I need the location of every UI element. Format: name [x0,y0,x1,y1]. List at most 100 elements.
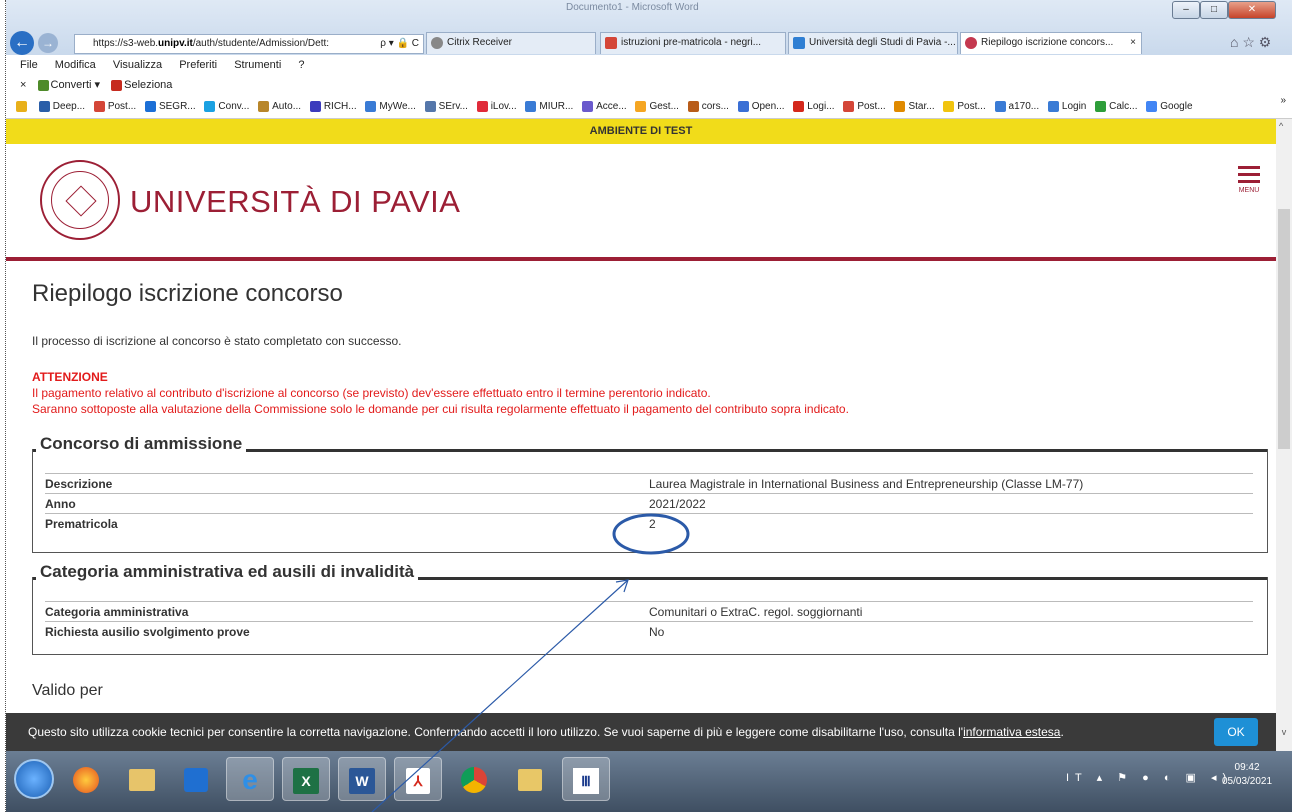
fav-item[interactable]: SErv... [424,95,468,118]
window-title: Documento1 - Microsoft Word [566,2,699,13]
url-domain: unipv.it [158,38,193,49]
row-value: Comunitari o ExtraC. regol. soggiornanti [649,605,863,619]
browser-right-icons[interactable]: ⌂ ☆ ⚙ [1230,34,1271,51]
ie-icon[interactable]: e [226,757,274,801]
table-row: Anno 2021/2022 [45,493,1253,513]
page-content: UNIVERSITÀ DI PAVIA MENU Riepilogo iscri… [6,144,1276,751]
fav-item[interactable]: Login [1047,95,1086,118]
converti-button[interactable]: Converti ▾ [37,79,100,91]
menu-strumenti[interactable]: Strumenti [234,59,281,71]
museum-icon[interactable]: Ⅲ [562,757,610,801]
system-tray[interactable]: IT ▴ ⚑ ● ◐ ▣ ◂) [1066,771,1232,784]
menu-preferiti[interactable]: Preferiti [179,59,217,71]
start-button[interactable] [14,759,54,799]
pdf-toolbar: × Converti ▾ Seleziona [6,75,1292,95]
url-path: /auth/studente/Admission/Dett: [192,38,330,49]
close-button[interactable]: ✕ [1228,1,1276,19]
fav-item[interactable]: Google [1146,95,1193,118]
row-key: Anno [45,497,76,511]
page-title: Riepilogo iscrizione concorso [32,280,343,307]
fav-item[interactable]: MIUR... [525,95,573,118]
converti-icon [37,79,49,91]
fav-item[interactable]: Post... [93,95,136,118]
acrobat-icon[interactable]: ⅄ [394,757,442,801]
fav-item[interactable]: Conv... [204,95,249,118]
explorer-icon[interactable] [118,757,166,801]
tab-unipv[interactable]: Università degli Studi di Pavia -... [788,32,958,54]
cookie-ok-button[interactable]: OK [1214,718,1258,746]
table-row: Prematricola 2 [45,513,1253,533]
menu-help[interactable]: ? [298,59,304,71]
forward-button[interactable]: → [38,33,58,53]
tab-label: istruzioni pre-matricola - negri... [621,37,762,48]
fav-item[interactable]: MyWe... [365,95,416,118]
clock[interactable]: 09:42 05/03/2021 [1222,761,1272,789]
row-key: Richiesta ausilio svolgimento prove [45,625,250,639]
header-divider [6,257,1276,261]
menu-modifica[interactable]: Modifica [55,59,96,71]
clock-date: 05/03/2021 [1222,776,1273,787]
files-icon[interactable] [506,757,554,801]
success-message: Il processo di iscrizione al concorso è … [32,334,402,348]
page-scrollbar[interactable]: ^ [1276,119,1292,751]
attention-title: ATTENZIONE [32,370,108,384]
browser-menubar: File Modifica Visualizza Preferiti Strum… [6,55,1292,75]
cookie-banner: Questo sito utilizza cookie tecnici per … [6,713,1276,751]
cookie-policy-link[interactable]: informativa estesa [963,725,1060,739]
row-value: 2021/2022 [649,497,706,511]
fav-item[interactable]: Auto... [258,95,301,118]
scroll-up-icon[interactable]: ^ [1279,121,1283,131]
unipv-icon [793,37,805,49]
back-button[interactable]: ← [10,31,34,55]
fav-item[interactable]: Open... [737,95,785,118]
row-key: Prematricola [45,517,118,531]
fav-item[interactable]: Post... [943,95,986,118]
menu-label: MENU [1238,187,1260,194]
fav-item[interactable]: a170... [994,95,1039,118]
seleziona-icon [111,79,123,91]
toolbar-close-icon[interactable]: × [20,79,26,91]
favorites-bar: Deep... Post... SEGR... Conv... Auto... … [6,95,1292,119]
tab-gmail[interactable]: istruzioni pre-matricola - negri... [600,32,786,54]
firefox-icon[interactable] [62,757,110,801]
fav-item[interactable]: Star... [894,95,935,118]
outlook-icon[interactable] [172,757,220,801]
row-key: Descrizione [45,477,113,491]
scroll-down-icon[interactable]: v [1276,713,1292,751]
fav-item[interactable]: Post... [843,95,886,118]
fav-item[interactable]: RICH... [309,95,357,118]
fav-item[interactable]: Deep... [38,95,85,118]
tab-label: Citrix Receiver [447,37,513,48]
seleziona-button[interactable]: Seleziona [111,79,172,91]
tab-label: Riepilogo iscrizione concors... [981,37,1114,48]
address-controls[interactable]: ρ ▾ 🔒 C [380,35,419,53]
fav-item[interactable]: Logi... [793,95,835,118]
fav-item[interactable]: Acce... [582,95,627,118]
favorites-more-icon[interactable]: » [1280,95,1286,113]
chrome-icon[interactable] [450,757,498,801]
fav-item[interactable]: cors... [687,95,729,118]
window-titlebar: Documento1 - Microsoft Word – □ ✕ ← → ht… [6,0,1292,55]
fav-item[interactable]: iLov... [476,95,517,118]
windows-taskbar: e X W ⅄ Ⅲ IT ▴ ⚑ ● ◐ ▣ ◂) 09:42 05/03/20… [6,751,1292,812]
tab-riepilogo[interactable]: Riepilogo iscrizione concors... × [960,32,1142,54]
valido-per-heading: Valido per [32,682,103,699]
fav-item[interactable]: Gest... [635,95,679,118]
scrollbar-thumb[interactable] [1278,209,1290,449]
university-name: UNIVERSITÀ DI PAVIA [130,184,461,219]
hamburger-menu-icon[interactable]: MENU [1234,166,1264,194]
address-bar[interactable]: https://s3-web.unipv.it/auth/studente/Ad… [74,34,424,54]
menu-visualizza[interactable]: Visualizza [113,59,162,71]
maximize-button[interactable]: □ [1200,1,1228,19]
favorites-star-icon[interactable] [16,95,30,118]
tab-citrix[interactable]: Citrix Receiver [426,32,596,54]
word-icon[interactable]: W [338,757,386,801]
minimize-button[interactable]: – [1172,1,1200,19]
language-indicator[interactable]: IT [1066,772,1088,784]
clock-time: 09:42 [1234,762,1260,773]
fav-item[interactable]: Calc... [1095,95,1137,118]
tab-close-icon[interactable]: × [1130,33,1136,53]
menu-file[interactable]: File [20,59,38,71]
excel-icon[interactable]: X [282,757,330,801]
fav-item[interactable]: SEGR... [144,95,196,118]
